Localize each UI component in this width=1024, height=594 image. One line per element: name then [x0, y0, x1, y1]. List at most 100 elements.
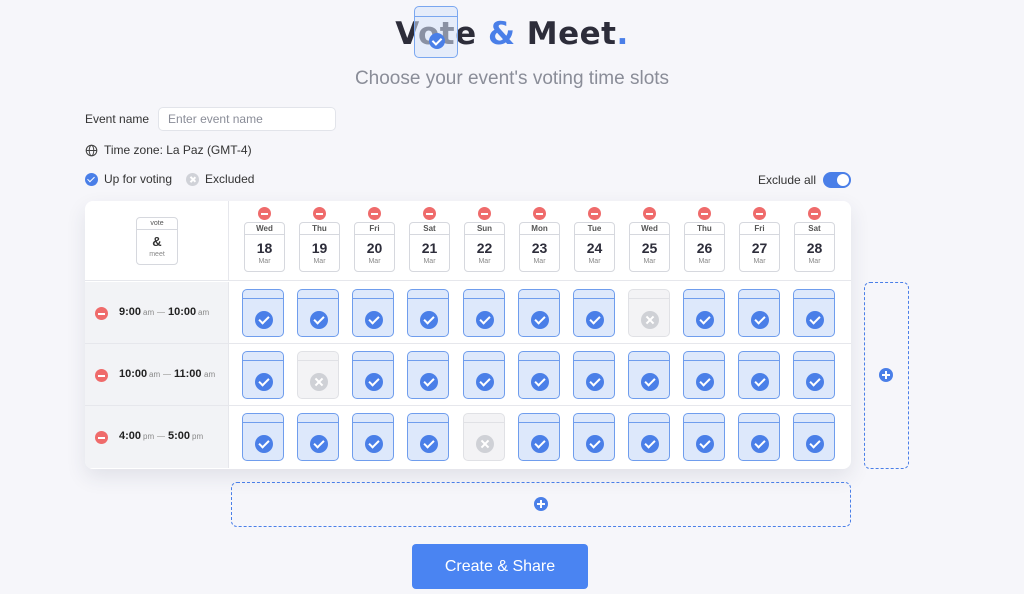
- timezone-label: Time zone: La Paz (GMT-4): [104, 143, 252, 157]
- time-slot-voting[interactable]: [683, 351, 725, 399]
- day-weekday: Sat: [795, 223, 834, 235]
- remove-day-icon[interactable]: [368, 207, 381, 220]
- remove-time-slot-icon[interactable]: [95, 307, 108, 320]
- time-slot-voting[interactable]: [573, 351, 615, 399]
- remove-day-icon[interactable]: [698, 207, 711, 220]
- check-circle-icon: [806, 435, 824, 453]
- plus-circle-icon: [534, 497, 548, 511]
- time-slot-label: 9:00 am 10:00 am: [85, 282, 229, 343]
- time-slot-excluded[interactable]: [628, 289, 670, 337]
- day-card: Mon 23 Mar: [519, 222, 560, 272]
- check-circle-icon: [365, 435, 383, 453]
- day-column: Tue 24 Mar: [572, 201, 617, 281]
- day-card: Thu 19 Mar: [299, 222, 340, 272]
- time-slot-voting[interactable]: [518, 351, 560, 399]
- remove-time-slot-icon[interactable]: [95, 369, 108, 382]
- day-month: Mar: [423, 258, 436, 265]
- check-circle-icon: [531, 373, 549, 391]
- remove-day-icon[interactable]: [588, 207, 601, 220]
- day-header-row: Wed 18 Mar Thu 19 Mar Fri 20 Mar Sat 21 Mar Sun 22 Mar…: [229, 201, 851, 281]
- day-number: 20: [366, 240, 383, 256]
- time-slot-voting[interactable]: [738, 413, 780, 461]
- time-slot-voting[interactable]: [463, 351, 505, 399]
- timezone-row: Time zone: La Paz (GMT-4): [85, 143, 252, 157]
- time-slot-voting[interactable]: [793, 351, 835, 399]
- time-slot-voting[interactable]: [573, 289, 615, 337]
- check-circle-icon: [255, 311, 273, 329]
- x-circle-icon: [186, 172, 200, 186]
- day-number: 28: [806, 240, 823, 256]
- remove-day-icon[interactable]: [533, 207, 546, 220]
- day-card: Wed 25 Mar: [629, 222, 670, 272]
- create-and-share-button[interactable]: Create & Share: [412, 544, 588, 589]
- remove-day-icon[interactable]: [643, 207, 656, 220]
- check-circle-icon: [85, 172, 98, 186]
- day-column: Thu 19 Mar: [297, 201, 342, 281]
- day-weekday: Wed: [630, 223, 669, 235]
- logo-dot: .: [616, 16, 629, 52]
- time-slot-voting[interactable]: [518, 289, 560, 337]
- check-circle-icon: [806, 373, 824, 391]
- time-slot-voting[interactable]: [352, 289, 394, 337]
- time-slot-voting[interactable]: [738, 289, 780, 337]
- time-slot-voting[interactable]: [463, 289, 505, 337]
- check-circle-icon: [696, 311, 714, 329]
- add-time-slot-button[interactable]: [231, 482, 851, 527]
- remove-day-icon[interactable]: [423, 207, 436, 220]
- time-slot-voting[interactable]: [407, 413, 449, 461]
- event-name-label: Event name: [85, 112, 150, 126]
- time-slot-excluded[interactable]: [297, 351, 339, 399]
- day-card: Wed 18 Mar: [244, 222, 285, 272]
- time-slot-voting[interactable]: [628, 413, 670, 461]
- mini-logo-amp: &: [152, 234, 162, 249]
- time-slot-excluded[interactable]: [463, 413, 505, 461]
- day-month: Mar: [258, 258, 271, 265]
- day-column: Fri 27 Mar: [737, 201, 782, 281]
- remove-day-icon[interactable]: [808, 207, 821, 220]
- day-number: 23: [531, 240, 548, 256]
- day-number: 26: [696, 240, 713, 256]
- time-slot-voting[interactable]: [407, 351, 449, 399]
- check-circle-icon: [696, 373, 714, 391]
- legend: Up for voting Excluded: [85, 172, 268, 186]
- time-slot-voting[interactable]: [738, 351, 780, 399]
- time-slot-voting[interactable]: [242, 289, 284, 337]
- time-slot-voting[interactable]: [297, 413, 339, 461]
- day-number: 21: [421, 240, 438, 256]
- time-end-ampm: am: [198, 308, 210, 317]
- check-circle-icon: [310, 435, 328, 453]
- day-number: 18: [256, 240, 273, 256]
- remove-day-icon[interactable]: [478, 207, 491, 220]
- time-slot-voting[interactable]: [793, 413, 835, 461]
- time-slot-voting[interactable]: [683, 413, 725, 461]
- remove-day-icon[interactable]: [753, 207, 766, 220]
- check-circle-icon: [751, 311, 769, 329]
- mini-logo-bottom: meet: [149, 251, 165, 258]
- day-card: Sun 22 Mar: [464, 222, 505, 272]
- time-slot-voting[interactable]: [352, 351, 394, 399]
- time-slot-voting[interactable]: [573, 413, 615, 461]
- remove-time-slot-icon[interactable]: [95, 431, 108, 444]
- time-slot-voting[interactable]: [297, 289, 339, 337]
- remove-day-icon[interactable]: [313, 207, 326, 220]
- time-slot-voting[interactable]: [407, 289, 449, 337]
- event-name-input[interactable]: [158, 107, 337, 131]
- day-card: Sat 28 Mar: [794, 222, 835, 272]
- time-slot-voting[interactable]: [793, 289, 835, 337]
- exclude-all-toggle[interactable]: [823, 172, 851, 188]
- check-circle-icon: [696, 435, 714, 453]
- page-subtitle: Choose your event's voting time slots: [354, 68, 670, 89]
- time-slot-voting[interactable]: [683, 289, 725, 337]
- time-slot-voting[interactable]: [628, 351, 670, 399]
- check-circle-icon: [751, 435, 769, 453]
- day-number: 24: [586, 240, 603, 256]
- day-month: Mar: [753, 258, 766, 265]
- time-start: 9:00: [119, 306, 142, 318]
- time-slot-voting[interactable]: [242, 413, 284, 461]
- day-column: Sat 21 Mar: [407, 201, 452, 281]
- time-slot-voting[interactable]: [518, 413, 560, 461]
- time-slot-voting[interactable]: [352, 413, 394, 461]
- remove-day-icon[interactable]: [258, 207, 271, 220]
- time-slot-voting[interactable]: [242, 351, 284, 399]
- add-day-button[interactable]: [864, 282, 909, 469]
